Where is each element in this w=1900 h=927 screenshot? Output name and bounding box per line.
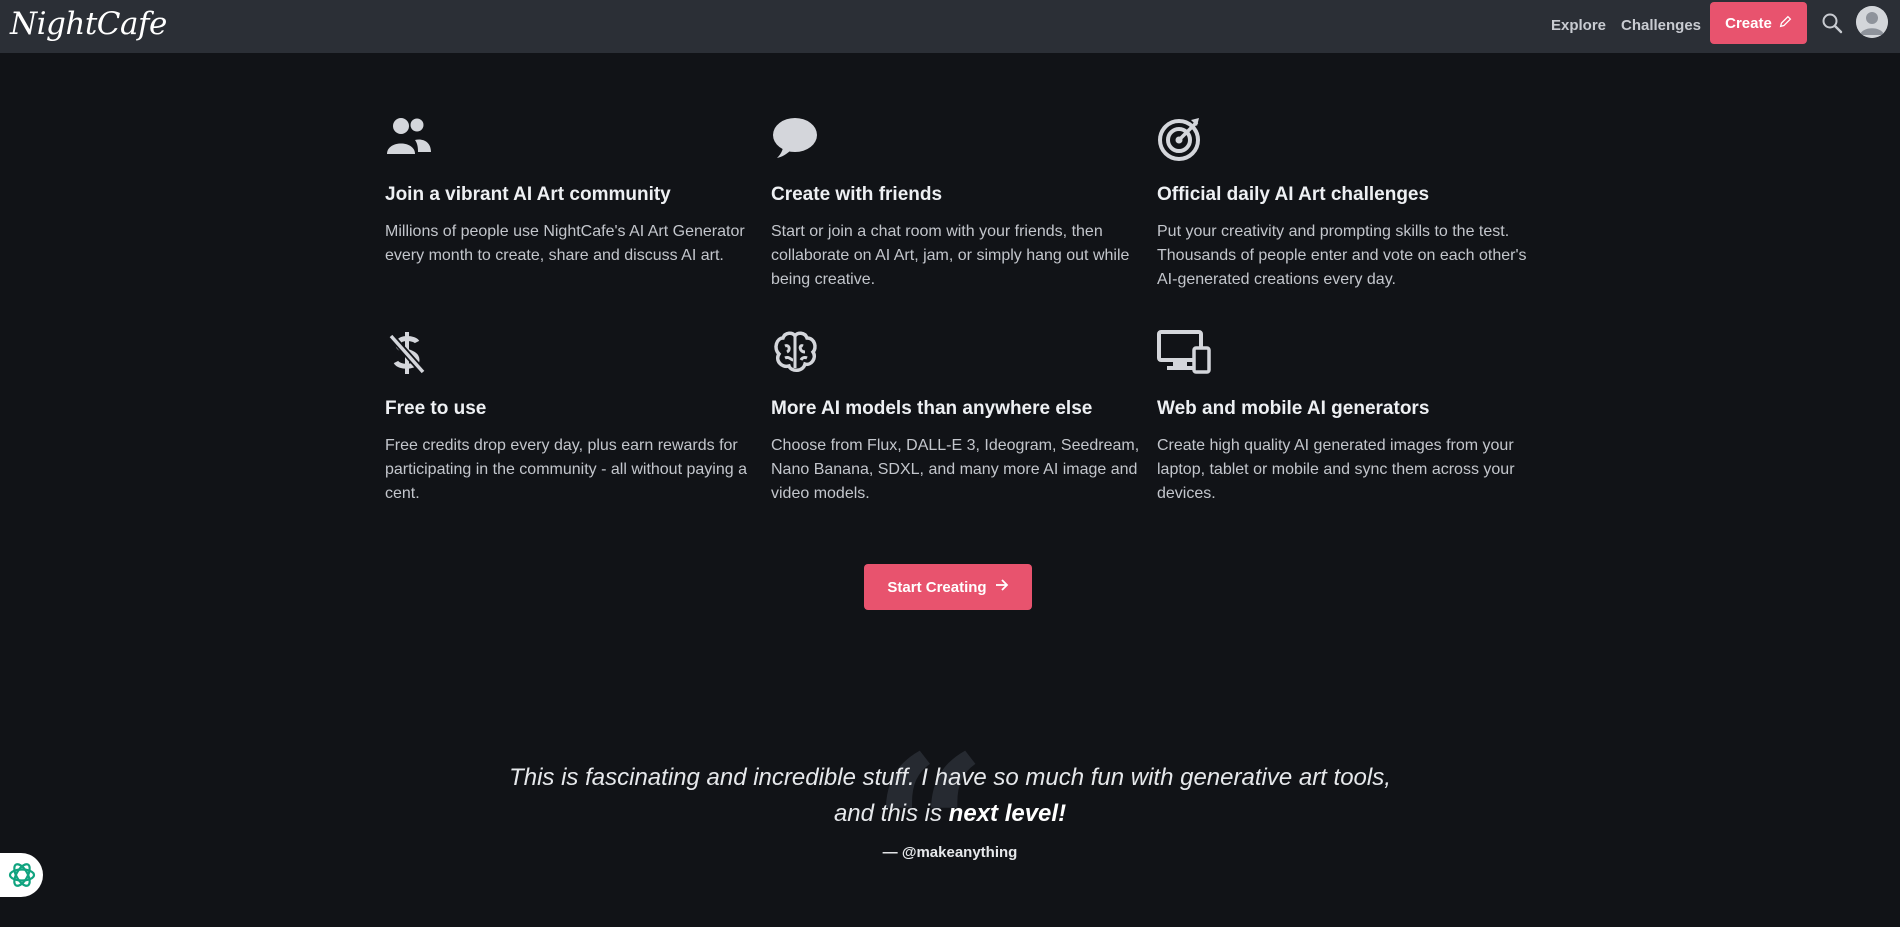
arrow-right-icon [995, 578, 1009, 596]
nightcafe-logo[interactable]: NightCafe [10, 4, 167, 44]
feature-text: Millions of people use NightCafe's AI Ar… [385, 223, 745, 264]
feature-title: Join a vibrant AI Art community [385, 184, 671, 205]
feature-text: Put your creativity and prompting skills… [1157, 223, 1527, 288]
devices-icon [1157, 330, 1527, 380]
feature-text: Free credits drop every day, plus earn r… [385, 437, 747, 502]
feature-models: More AI models than anywhere else Choose… [771, 330, 1141, 506]
testimonial-emphasis: next level! [948, 800, 1067, 827]
feature-text: Start or join a chat room with your frie… [771, 223, 1130, 288]
feature-title: Web and mobile AI generators [1157, 398, 1430, 419]
target-icon [1157, 116, 1527, 166]
nav-challenges-link[interactable]: Challenges [1621, 16, 1701, 36]
pencil-icon [1779, 15, 1792, 32]
testimonial-line-2-prefix: and this is [833, 800, 949, 827]
search-icon[interactable] [1821, 12, 1843, 34]
chatgpt-icon[interactable] [0, 853, 43, 897]
testimonial-line-1: This is fascinating and incredible stuff… [509, 764, 1391, 791]
start-creating-label: Start Creating [887, 578, 987, 596]
start-creating-button[interactable]: Start Creating [864, 564, 1032, 610]
feature-free: Free to use Free credits drop every day,… [385, 330, 755, 506]
testimonial-author: — @makeanything [882, 844, 1018, 861]
users-icon [385, 116, 755, 166]
create-button-label: Create [1725, 14, 1772, 32]
top-navbar: NightCafe Explore Challenges Create [0, 0, 1900, 53]
feature-challenges: Official daily AI Art challenges Put you… [1157, 116, 1527, 292]
feature-title: Free to use [385, 398, 487, 419]
testimonial-quote: This is fascinating and incredible stuff… [450, 760, 1450, 832]
user-avatar-icon[interactable] [1856, 6, 1888, 38]
nav-explore-link[interactable]: Explore [1551, 16, 1606, 36]
feature-devices: Web and mobile AI generators Create high… [1157, 330, 1527, 506]
feature-title: Create with friends [771, 184, 943, 205]
feature-text: Create high quality AI generated images … [1157, 437, 1515, 502]
feature-community: Join a vibrant AI Art community Millions… [385, 116, 755, 268]
feature-friends: Create with friends Start or join a chat… [771, 116, 1141, 292]
chat-bubble-icon [771, 116, 1141, 166]
feature-title: Official daily AI Art challenges [1157, 184, 1430, 205]
feature-text: Choose from Flux, DALL-E 3, Ideogram, Se… [771, 437, 1140, 502]
testimonial-line-2: and this is next level! [450, 796, 1450, 832]
no-dollar-icon [385, 330, 755, 380]
feature-title: More AI models than anywhere else [771, 398, 1093, 419]
brain-icon [771, 330, 1141, 380]
create-button[interactable]: Create [1710, 2, 1807, 44]
